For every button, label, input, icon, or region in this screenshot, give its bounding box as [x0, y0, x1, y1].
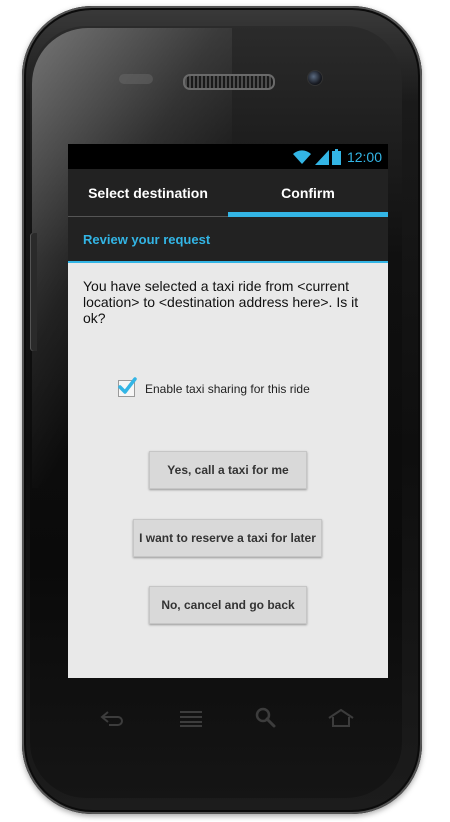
front-camera [307, 70, 323, 86]
proximity-sensor [119, 74, 153, 84]
home-icon [180, 711, 202, 727]
earpiece-speaker [183, 74, 275, 90]
checkmark-icon [118, 377, 137, 394]
search-key[interactable] [246, 704, 286, 732]
volume-button [30, 233, 37, 351]
home-key[interactable] [171, 704, 211, 732]
tab-bar: Select destination Confirm [68, 169, 388, 217]
tab-label: Select destination [88, 185, 208, 201]
taxi-sharing-checkbox[interactable] [118, 377, 137, 397]
status-bar: 12:00 [68, 144, 388, 169]
section-header: Review your request [68, 217, 388, 263]
wifi-icon [292, 149, 312, 165]
reserve-taxi-button[interactable]: I want to reserve a taxi for later [133, 519, 322, 557]
back-icon [100, 711, 123, 726]
tab-label: Confirm [281, 185, 335, 201]
menu-key[interactable] [321, 704, 361, 732]
back-key[interactable] [92, 704, 132, 732]
screen: 12:00 Select destination Confirm Review … [68, 144, 388, 678]
status-time: 12:00 [346, 148, 382, 165]
tab-confirm[interactable]: Confirm [228, 169, 388, 217]
taxi-sharing-label: Enable taxi sharing for this ride [145, 381, 310, 396]
call-taxi-button[interactable]: Yes, call a taxi for me [149, 451, 307, 489]
search-icon [255, 707, 276, 728]
battery-icon [331, 148, 341, 165]
cancel-button[interactable]: No, cancel and go back [149, 586, 307, 624]
signal-icon [314, 149, 329, 165]
request-message: You have selected a taxi ride from <curr… [83, 278, 359, 326]
menu-icon [328, 708, 354, 727]
taxi-sharing-checkbox-row[interactable]: Enable taxi sharing for this ride [118, 377, 310, 397]
tab-select-destination[interactable]: Select destination [68, 169, 228, 217]
section-title: Review your request [83, 231, 211, 247]
